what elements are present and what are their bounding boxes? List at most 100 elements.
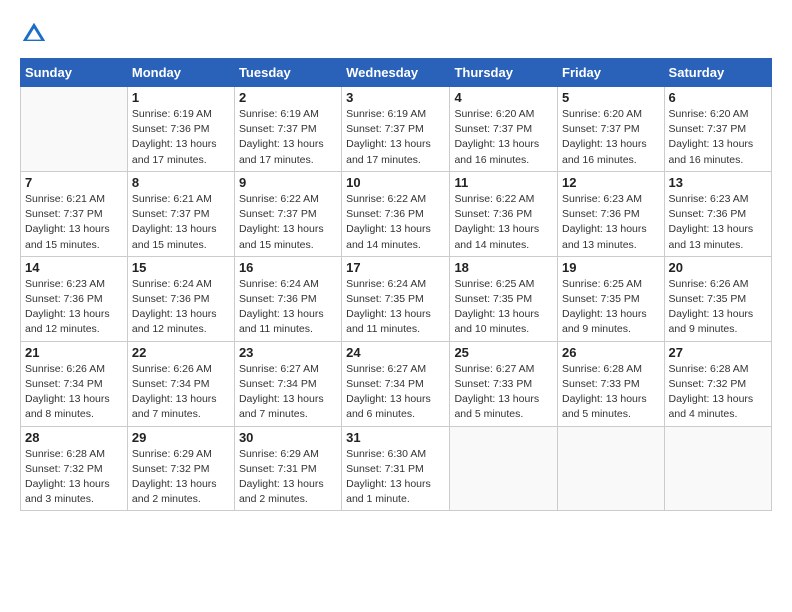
calendar-cell: 30 Sunrise: 6:29 AMSunset: 7:31 PMDaylig…	[234, 426, 341, 511]
day-number: 13	[669, 175, 767, 190]
day-number: 30	[239, 430, 337, 445]
calendar-header-wednesday: Wednesday	[342, 59, 450, 87]
calendar-cell: 5 Sunrise: 6:20 AMSunset: 7:37 PMDayligh…	[558, 87, 665, 172]
day-number: 19	[562, 260, 660, 275]
day-number: 16	[239, 260, 337, 275]
day-info: Sunrise: 6:24 AMSunset: 7:36 PMDaylight:…	[239, 277, 337, 338]
day-info: Sunrise: 6:23 AMSunset: 7:36 PMDaylight:…	[669, 192, 767, 253]
day-info: Sunrise: 6:23 AMSunset: 7:36 PMDaylight:…	[562, 192, 660, 253]
day-number: 21	[25, 345, 123, 360]
calendar-cell: 29 Sunrise: 6:29 AMSunset: 7:32 PMDaylig…	[127, 426, 234, 511]
day-number: 14	[25, 260, 123, 275]
calendar-cell: 2 Sunrise: 6:19 AMSunset: 7:37 PMDayligh…	[234, 87, 341, 172]
day-number: 31	[346, 430, 445, 445]
day-info: Sunrise: 6:23 AMSunset: 7:36 PMDaylight:…	[25, 277, 123, 338]
calendar-cell: 17 Sunrise: 6:24 AMSunset: 7:35 PMDaylig…	[342, 256, 450, 341]
day-info: Sunrise: 6:22 AMSunset: 7:36 PMDaylight:…	[346, 192, 445, 253]
day-info: Sunrise: 6:21 AMSunset: 7:37 PMDaylight:…	[132, 192, 230, 253]
day-info: Sunrise: 6:22 AMSunset: 7:37 PMDaylight:…	[239, 192, 337, 253]
calendar-table: SundayMondayTuesdayWednesdayThursdayFrid…	[20, 58, 772, 511]
day-info: Sunrise: 6:20 AMSunset: 7:37 PMDaylight:…	[454, 107, 553, 168]
day-info: Sunrise: 6:29 AMSunset: 7:32 PMDaylight:…	[132, 447, 230, 508]
day-info: Sunrise: 6:22 AMSunset: 7:36 PMDaylight:…	[454, 192, 553, 253]
day-info: Sunrise: 6:29 AMSunset: 7:31 PMDaylight:…	[239, 447, 337, 508]
day-info: Sunrise: 6:26 AMSunset: 7:34 PMDaylight:…	[25, 362, 123, 423]
calendar-header-monday: Monday	[127, 59, 234, 87]
day-info: Sunrise: 6:28 AMSunset: 7:32 PMDaylight:…	[669, 362, 767, 423]
calendar-cell: 1 Sunrise: 6:19 AMSunset: 7:36 PMDayligh…	[127, 87, 234, 172]
day-info: Sunrise: 6:24 AMSunset: 7:36 PMDaylight:…	[132, 277, 230, 338]
calendar-week-4: 21 Sunrise: 6:26 AMSunset: 7:34 PMDaylig…	[21, 341, 772, 426]
calendar-week-2: 7 Sunrise: 6:21 AMSunset: 7:37 PMDayligh…	[21, 171, 772, 256]
calendar-cell: 3 Sunrise: 6:19 AMSunset: 7:37 PMDayligh…	[342, 87, 450, 172]
calendar-cell: 20 Sunrise: 6:26 AMSunset: 7:35 PMDaylig…	[664, 256, 771, 341]
day-info: Sunrise: 6:20 AMSunset: 7:37 PMDaylight:…	[669, 107, 767, 168]
day-number: 17	[346, 260, 445, 275]
day-info: Sunrise: 6:19 AMSunset: 7:37 PMDaylight:…	[346, 107, 445, 168]
day-info: Sunrise: 6:28 AMSunset: 7:32 PMDaylight:…	[25, 447, 123, 508]
calendar-header-tuesday: Tuesday	[234, 59, 341, 87]
day-number: 10	[346, 175, 445, 190]
calendar-cell: 9 Sunrise: 6:22 AMSunset: 7:37 PMDayligh…	[234, 171, 341, 256]
calendar-cell: 13 Sunrise: 6:23 AMSunset: 7:36 PMDaylig…	[664, 171, 771, 256]
calendar-cell	[558, 426, 665, 511]
calendar-cell: 8 Sunrise: 6:21 AMSunset: 7:37 PMDayligh…	[127, 171, 234, 256]
calendar-cell: 4 Sunrise: 6:20 AMSunset: 7:37 PMDayligh…	[450, 87, 558, 172]
day-number: 22	[132, 345, 230, 360]
calendar-cell: 11 Sunrise: 6:22 AMSunset: 7:36 PMDaylig…	[450, 171, 558, 256]
day-info: Sunrise: 6:30 AMSunset: 7:31 PMDaylight:…	[346, 447, 445, 508]
day-info: Sunrise: 6:19 AMSunset: 7:36 PMDaylight:…	[132, 107, 230, 168]
day-number: 8	[132, 175, 230, 190]
calendar-cell: 6 Sunrise: 6:20 AMSunset: 7:37 PMDayligh…	[664, 87, 771, 172]
day-info: Sunrise: 6:24 AMSunset: 7:35 PMDaylight:…	[346, 277, 445, 338]
calendar-cell: 7 Sunrise: 6:21 AMSunset: 7:37 PMDayligh…	[21, 171, 128, 256]
day-number: 15	[132, 260, 230, 275]
day-info: Sunrise: 6:26 AMSunset: 7:35 PMDaylight:…	[669, 277, 767, 338]
day-number: 12	[562, 175, 660, 190]
day-number: 20	[669, 260, 767, 275]
day-number: 24	[346, 345, 445, 360]
day-info: Sunrise: 6:21 AMSunset: 7:37 PMDaylight:…	[25, 192, 123, 253]
day-number: 26	[562, 345, 660, 360]
calendar-week-1: 1 Sunrise: 6:19 AMSunset: 7:36 PMDayligh…	[21, 87, 772, 172]
calendar-cell: 24 Sunrise: 6:27 AMSunset: 7:34 PMDaylig…	[342, 341, 450, 426]
calendar-cell: 22 Sunrise: 6:26 AMSunset: 7:34 PMDaylig…	[127, 341, 234, 426]
calendar-cell: 10 Sunrise: 6:22 AMSunset: 7:36 PMDaylig…	[342, 171, 450, 256]
day-number: 25	[454, 345, 553, 360]
calendar-cell: 23 Sunrise: 6:27 AMSunset: 7:34 PMDaylig…	[234, 341, 341, 426]
day-number: 18	[454, 260, 553, 275]
day-info: Sunrise: 6:19 AMSunset: 7:37 PMDaylight:…	[239, 107, 337, 168]
day-info: Sunrise: 6:27 AMSunset: 7:33 PMDaylight:…	[454, 362, 553, 423]
calendar-header-row: SundayMondayTuesdayWednesdayThursdayFrid…	[21, 59, 772, 87]
day-info: Sunrise: 6:20 AMSunset: 7:37 PMDaylight:…	[562, 107, 660, 168]
calendar-cell: 27 Sunrise: 6:28 AMSunset: 7:32 PMDaylig…	[664, 341, 771, 426]
calendar-cell	[450, 426, 558, 511]
calendar-header-saturday: Saturday	[664, 59, 771, 87]
calendar-cell: 26 Sunrise: 6:28 AMSunset: 7:33 PMDaylig…	[558, 341, 665, 426]
calendar-cell	[664, 426, 771, 511]
day-number: 3	[346, 90, 445, 105]
day-number: 4	[454, 90, 553, 105]
calendar-week-5: 28 Sunrise: 6:28 AMSunset: 7:32 PMDaylig…	[21, 426, 772, 511]
day-number: 28	[25, 430, 123, 445]
day-info: Sunrise: 6:25 AMSunset: 7:35 PMDaylight:…	[454, 277, 553, 338]
calendar-cell: 19 Sunrise: 6:25 AMSunset: 7:35 PMDaylig…	[558, 256, 665, 341]
day-number: 29	[132, 430, 230, 445]
logo	[20, 20, 52, 48]
logo-icon	[20, 20, 48, 48]
calendar-header-friday: Friday	[558, 59, 665, 87]
calendar-cell: 12 Sunrise: 6:23 AMSunset: 7:36 PMDaylig…	[558, 171, 665, 256]
day-number: 7	[25, 175, 123, 190]
calendar-cell: 25 Sunrise: 6:27 AMSunset: 7:33 PMDaylig…	[450, 341, 558, 426]
day-info: Sunrise: 6:25 AMSunset: 7:35 PMDaylight:…	[562, 277, 660, 338]
day-number: 11	[454, 175, 553, 190]
day-info: Sunrise: 6:26 AMSunset: 7:34 PMDaylight:…	[132, 362, 230, 423]
calendar-cell: 31 Sunrise: 6:30 AMSunset: 7:31 PMDaylig…	[342, 426, 450, 511]
day-info: Sunrise: 6:27 AMSunset: 7:34 PMDaylight:…	[346, 362, 445, 423]
calendar-cell: 18 Sunrise: 6:25 AMSunset: 7:35 PMDaylig…	[450, 256, 558, 341]
calendar-week-3: 14 Sunrise: 6:23 AMSunset: 7:36 PMDaylig…	[21, 256, 772, 341]
day-number: 6	[669, 90, 767, 105]
day-number: 27	[669, 345, 767, 360]
calendar-cell: 28 Sunrise: 6:28 AMSunset: 7:32 PMDaylig…	[21, 426, 128, 511]
calendar-cell: 15 Sunrise: 6:24 AMSunset: 7:36 PMDaylig…	[127, 256, 234, 341]
